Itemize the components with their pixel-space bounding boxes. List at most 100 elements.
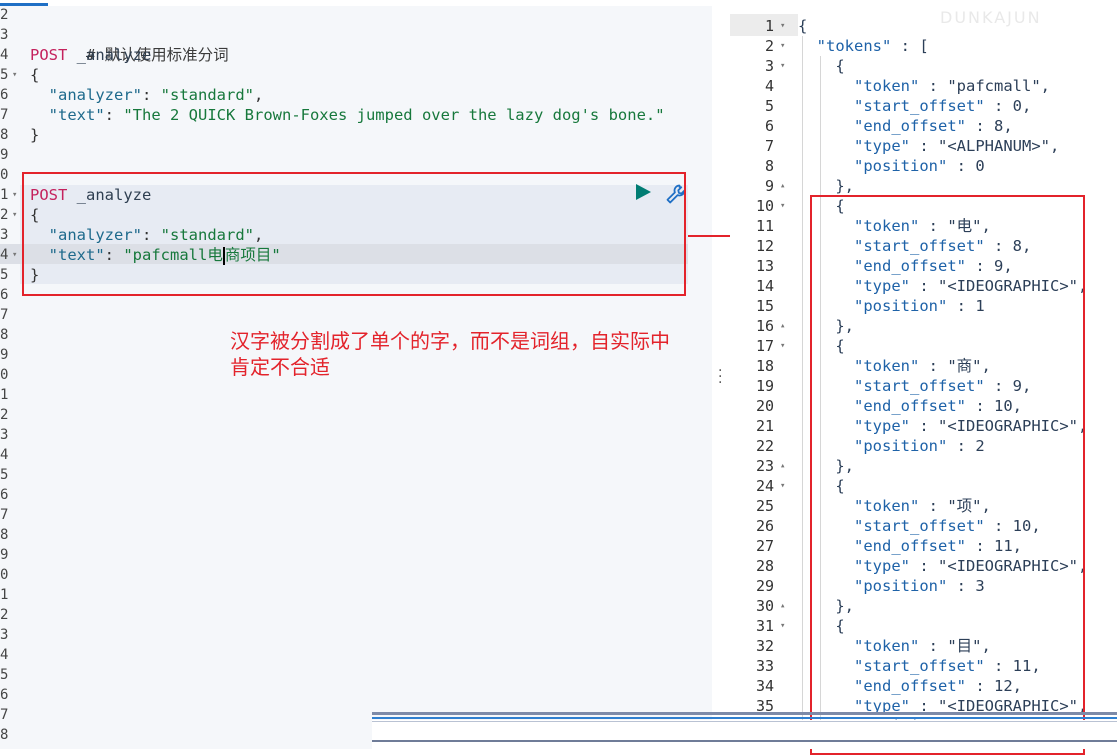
response-line: "start_offset" : 8, <box>854 237 1032 255</box>
response-line-number: 3 <box>764 57 774 75</box>
response-line: "position" : 3 <box>854 577 985 595</box>
json-value: "<IDEOGRAPHIC>", <box>938 557 1088 575</box>
json-key: "start_offset" <box>854 377 985 395</box>
response-line-number: 11 <box>755 217 774 235</box>
response-line-number: 32 <box>755 637 774 655</box>
line-number: 4 <box>0 247 8 263</box>
fold-toggle-icon[interactable]: ▾ <box>12 65 17 85</box>
response-line-number: 5 <box>764 97 774 115</box>
response-line: "position" : 0 <box>854 157 985 175</box>
line-number: 4 <box>0 447 8 463</box>
http-method: POST <box>30 186 68 204</box>
fold-expand-icon[interactable]: ▴ <box>780 596 785 616</box>
fold-collapse-icon[interactable]: ▾ <box>780 476 785 496</box>
brace-open: { <box>30 206 40 224</box>
json-key: "type" <box>854 557 910 575</box>
response-line-number: 31 <box>755 617 774 635</box>
fold-expand-icon[interactable]: ▴ <box>780 456 785 476</box>
json-key: "start_offset" <box>854 517 985 535</box>
code-line: POST _analyze <box>30 185 151 205</box>
line-number: 0 <box>0 167 8 183</box>
json-value: "standard" <box>160 226 254 244</box>
fold-collapse-icon[interactable]: ▾ <box>780 36 785 56</box>
json-value: 0, <box>1012 97 1032 115</box>
response-panel[interactable]: 1 ▾ 2 ▾ 3 ▾ 4 5 6 7 8 9 ▴ 10 ▾ 11 12 13 14 15 16 ▴ 17 ▾ 18 19 20 21… <box>730 14 1117 749</box>
http-method: POST <box>30 46 68 64</box>
code-line: { <box>30 65 39 85</box>
line-number: 2 <box>0 607 8 623</box>
json-value: 11, <box>993 537 1022 555</box>
annotation-note: 汉字被分割成了单个的字，而不是词组，自实际中 肯定不合适 <box>230 328 750 380</box>
line-number: 1 <box>0 187 8 203</box>
line-number: 8 <box>0 727 8 743</box>
response-line: "type" : "<ALPHANUM>", <box>854 137 1060 155</box>
response-line: "token" : "项", <box>854 497 991 515</box>
request-path: _analyze <box>76 186 152 204</box>
json-value: "电", <box>947 217 991 235</box>
response-line: { <box>798 17 808 35</box>
code-line: } <box>30 265 39 285</box>
fold-toggle-icon[interactable]: ▾ <box>12 185 17 205</box>
json-value: "<IDEOGRAPHIC>", <box>938 417 1088 435</box>
json-key: "end_offset" <box>854 257 966 275</box>
response-line-number: 12 <box>755 237 774 255</box>
json-value: "商", <box>947 357 991 375</box>
response-line-number: 4 <box>764 77 774 95</box>
fold-expand-icon[interactable]: ▴ <box>780 316 785 336</box>
response-line: "token" : "pafcmall", <box>854 77 1050 95</box>
json-key: "text" <box>48 246 105 264</box>
line-number: 7 <box>0 307 8 323</box>
indent-guide <box>820 56 821 736</box>
fold-collapse-icon[interactable]: ▾ <box>780 16 785 36</box>
bottom-overlay <box>372 720 1117 749</box>
response-line: { <box>798 197 845 215</box>
json-value: 8, <box>1012 237 1032 255</box>
fold-collapse-icon[interactable]: ▾ <box>780 616 785 636</box>
response-line: { <box>798 477 845 495</box>
wrench-icon[interactable] <box>664 182 688 206</box>
line-number: 6 <box>0 487 8 503</box>
json-value: 3 <box>975 577 985 595</box>
json-key: "tokens" <box>816 37 892 55</box>
response-line-number: 26 <box>755 517 774 535</box>
json-key: "end_offset" <box>854 537 966 555</box>
fold-toggle-icon[interactable]: ▾ <box>12 245 17 265</box>
line-number: 1 <box>0 587 8 603</box>
response-line-number: 7 <box>764 137 774 155</box>
line-number: 7 <box>0 707 8 723</box>
response-line-number: 28 <box>755 557 774 575</box>
response-line-number: 16 <box>755 317 774 335</box>
vertical-dots-icon[interactable]: · · · <box>718 364 722 390</box>
json-value: 9, <box>1012 377 1032 395</box>
line-number: 4 <box>0 47 8 63</box>
json-key: "token" <box>854 357 920 375</box>
fold-collapse-icon[interactable]: ▾ <box>780 196 785 216</box>
run-request-button[interactable] <box>636 184 651 200</box>
fold-collapse-icon[interactable]: ▾ <box>780 336 785 356</box>
response-line-number: 29 <box>755 577 774 595</box>
code-line: "text": "The 2 QUICK Brown-Foxes jumped … <box>48 106 665 124</box>
response-line-number: 19 <box>755 377 774 395</box>
line-number: 2 <box>0 7 8 23</box>
code-line: "text": "pafcmall电 商项目" <box>48 246 281 265</box>
json-key: "token" <box>854 77 920 95</box>
request-path: _analyze <box>76 46 152 64</box>
line-number: 8 <box>0 327 8 343</box>
json-key: "position" <box>854 297 948 315</box>
fold-expand-icon[interactable]: ▴ <box>780 176 785 196</box>
response-line-number: 20 <box>755 397 774 415</box>
json-value: "<ALPHANUM>", <box>938 137 1060 155</box>
json-key: "analyzer" <box>48 226 142 244</box>
fold-toggle-icon[interactable]: ▾ <box>12 205 17 225</box>
response-line: "start_offset" : 0, <box>854 97 1032 115</box>
watermark-text: DUNKAJUN <box>940 8 1042 27</box>
line-number: 6 <box>0 687 8 703</box>
json-key: "position" <box>854 157 948 175</box>
line-number: 1 <box>0 387 8 403</box>
fold-collapse-icon[interactable]: ▾ <box>780 56 785 76</box>
response-line-number: 25 <box>755 497 774 515</box>
line-number: 2 <box>0 207 8 223</box>
response-line-number: 34 <box>755 677 774 695</box>
response-line-number: 6 <box>764 117 774 135</box>
json-value: "pafcmall", <box>947 77 1050 95</box>
